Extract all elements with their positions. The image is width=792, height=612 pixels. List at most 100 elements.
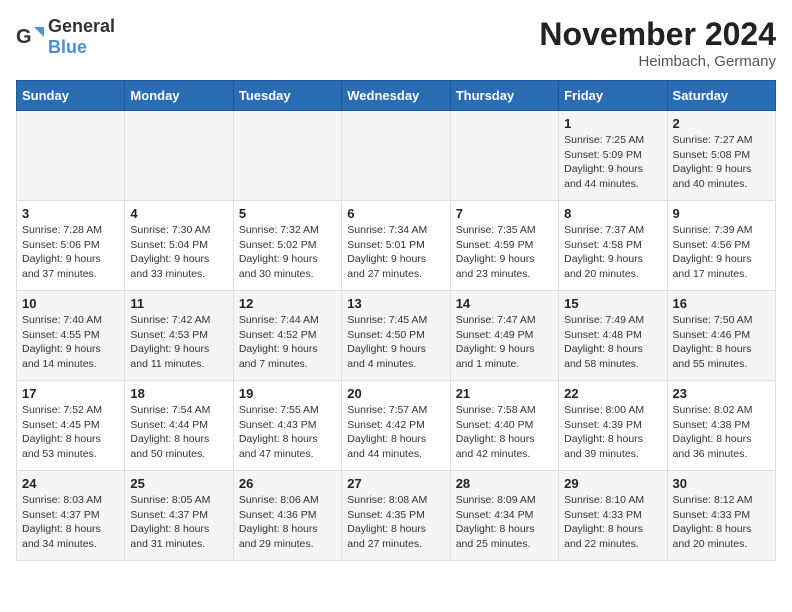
week-row-2: 3Sunrise: 7:28 AM Sunset: 5:06 PM Daylig… [17,201,776,291]
day-info: Sunrise: 8:05 AM Sunset: 4:37 PM Dayligh… [130,493,227,552]
calendar-cell: 25 Sunrise: 8:05 AM Sunset: 4:37 PM Dayli… [125,471,233,561]
calendar-cell: 4Sunrise: 7:30 AM Sunset: 5:04 PM Daylig… [125,201,233,291]
week-row-4: 17 Sunrise: 7:52 AM Sunset: 4:45 PM Dayli… [17,381,776,471]
day-info: Sunrise: 7:55 AM Sunset: 4:43 PM Dayligh… [239,403,336,462]
logo-icon: G [16,23,44,51]
day-info: Sunrise: 7:54 AM Sunset: 4:44 PM Dayligh… [130,403,227,462]
day-info: Sunrise: 8:03 AM Sunset: 4:37 PM Dayligh… [22,493,119,552]
day-info: Sunrise: 7:57 AM Sunset: 4:42 PM Dayligh… [347,403,444,462]
calendar-cell: 21 Sunrise: 7:58 AM Sunset: 4:40 PM Dayli… [450,381,558,471]
calendar-cell: 17 Sunrise: 7:52 AM Sunset: 4:45 PM Dayli… [17,381,125,471]
day-info: Sunrise: 7:49 AM Sunset: 4:48 PM Dayligh… [564,313,661,372]
calendar-cell: 18 Sunrise: 7:54 AM Sunset: 4:44 PM Dayli… [125,381,233,471]
calendar-cell: 7Sunrise: 7:35 AM Sunset: 4:59 PM Daylig… [450,201,558,291]
day-number: 18 [130,386,227,401]
logo-text: General Blue [48,16,115,58]
day-number: 5 [239,206,336,221]
calendar-cell [342,111,450,201]
day-number: 15 [564,296,661,311]
day-header-tuesday: Tuesday [233,81,341,111]
day-number: 16 [673,296,770,311]
day-number: 9 [673,206,770,221]
week-row-1: 1 Sunrise: 7:25 AM Sunset: 5:09 PM Daylig… [17,111,776,201]
header-row: SundayMondayTuesdayWednesdayThursdayFrid… [17,81,776,111]
calendar-cell [450,111,558,201]
location: Heimbach, Germany [539,53,776,70]
calendar-cell [233,111,341,201]
calendar-cell: 28 Sunrise: 8:09 AM Sunset: 4:34 PM Dayli… [450,471,558,561]
day-number: 20 [347,386,444,401]
calendar-cell: 1 Sunrise: 7:25 AM Sunset: 5:09 PM Daylig… [559,111,667,201]
day-info: Sunrise: 8:08 AM Sunset: 4:35 PM Dayligh… [347,493,444,552]
calendar-cell: 11Sunrise: 7:42 AM Sunset: 4:53 PM Dayli… [125,291,233,381]
day-info: Sunrise: 8:06 AM Sunset: 4:36 PM Dayligh… [239,493,336,552]
day-info: Sunrise: 7:58 AM Sunset: 4:40 PM Dayligh… [456,403,553,462]
calendar-cell: 8Sunrise: 7:37 AM Sunset: 4:58 PM Daylig… [559,201,667,291]
calendar-cell: 14 Sunrise: 7:47 AM Sunset: 4:49 PM Dayli… [450,291,558,381]
day-number: 28 [456,476,553,491]
day-number: 10 [22,296,119,311]
day-number: 30 [673,476,770,491]
day-info: Sunrise: 7:50 AM Sunset: 4:46 PM Dayligh… [673,313,770,372]
day-number: 14 [456,296,553,311]
day-header-wednesday: Wednesday [342,81,450,111]
logo-blue: Blue [48,37,87,57]
day-number: 4 [130,206,227,221]
month-title: November 2024 [539,16,776,53]
calendar-cell: 13 Sunrise: 7:45 AM Sunset: 4:50 PM Dayli… [342,291,450,381]
day-header-monday: Monday [125,81,233,111]
day-info: Sunrise: 8:10 AM Sunset: 4:33 PM Dayligh… [564,493,661,552]
day-info: Sunrise: 8:00 AM Sunset: 4:39 PM Dayligh… [564,403,661,462]
day-number: 29 [564,476,661,491]
calendar-cell [125,111,233,201]
page-header: G General Blue November 2024 Heimbach, G… [16,16,776,70]
day-number: 2 [673,116,770,131]
day-info: Sunrise: 7:52 AM Sunset: 4:45 PM Dayligh… [22,403,119,462]
calendar-cell: 20 Sunrise: 7:57 AM Sunset: 4:42 PM Dayli… [342,381,450,471]
day-number: 21 [456,386,553,401]
calendar-cell: 12 Sunrise: 7:44 AM Sunset: 4:52 PM Dayli… [233,291,341,381]
day-info: Sunrise: 7:42 AM Sunset: 4:53 PM Dayligh… [130,313,227,372]
calendar-cell: 30 Sunrise: 8:12 AM Sunset: 4:33 PM Dayli… [667,471,775,561]
logo-general: General [48,16,115,36]
calendar-cell: 19 Sunrise: 7:55 AM Sunset: 4:43 PM Dayli… [233,381,341,471]
calendar-cell: 10Sunrise: 7:40 AM Sunset: 4:55 PM Dayli… [17,291,125,381]
day-info: Sunrise: 7:34 AM Sunset: 5:01 PM Dayligh… [347,223,444,282]
day-header-saturday: Saturday [667,81,775,111]
day-info: Sunrise: 7:32 AM Sunset: 5:02 PM Dayligh… [239,223,336,282]
calendar-cell [17,111,125,201]
calendar-cell: 26Sunrise: 8:06 AM Sunset: 4:36 PM Dayli… [233,471,341,561]
day-info: Sunrise: 7:25 AM Sunset: 5:09 PM Dayligh… [564,133,661,192]
day-info: Sunrise: 7:44 AM Sunset: 4:52 PM Dayligh… [239,313,336,372]
week-row-5: 24Sunrise: 8:03 AM Sunset: 4:37 PM Dayli… [17,471,776,561]
calendar-cell: 23Sunrise: 8:02 AM Sunset: 4:38 PM Dayli… [667,381,775,471]
day-number: 13 [347,296,444,311]
day-number: 25 [130,476,227,491]
day-info: Sunrise: 7:45 AM Sunset: 4:50 PM Dayligh… [347,313,444,372]
day-info: Sunrise: 8:09 AM Sunset: 4:34 PM Dayligh… [456,493,553,552]
day-number: 22 [564,386,661,401]
calendar-cell: 3Sunrise: 7:28 AM Sunset: 5:06 PM Daylig… [17,201,125,291]
day-info: Sunrise: 7:27 AM Sunset: 5:08 PM Dayligh… [673,133,770,192]
day-info: Sunrise: 7:28 AM Sunset: 5:06 PM Dayligh… [22,223,119,282]
day-number: 1 [564,116,661,131]
day-header-sunday: Sunday [17,81,125,111]
calendar-cell: 9Sunrise: 7:39 AM Sunset: 4:56 PM Daylig… [667,201,775,291]
calendar-cell: 2 Sunrise: 7:27 AM Sunset: 5:08 PM Daylig… [667,111,775,201]
day-info: Sunrise: 7:47 AM Sunset: 4:49 PM Dayligh… [456,313,553,372]
day-header-thursday: Thursday [450,81,558,111]
week-row-3: 10Sunrise: 7:40 AM Sunset: 4:55 PM Dayli… [17,291,776,381]
day-number: 19 [239,386,336,401]
day-number: 23 [673,386,770,401]
day-number: 6 [347,206,444,221]
calendar-cell: 24Sunrise: 8:03 AM Sunset: 4:37 PM Dayli… [17,471,125,561]
calendar-cell: 27Sunrise: 8:08 AM Sunset: 4:35 PM Dayli… [342,471,450,561]
logo: G General Blue [16,16,115,58]
calendar-table: SundayMondayTuesdayWednesdayThursdayFrid… [16,80,776,561]
day-number: 12 [239,296,336,311]
day-number: 17 [22,386,119,401]
day-number: 7 [456,206,553,221]
calendar-cell: 22 Sunrise: 8:00 AM Sunset: 4:39 PM Dayli… [559,381,667,471]
day-info: Sunrise: 8:12 AM Sunset: 4:33 PM Dayligh… [673,493,770,552]
calendar-cell: 16 Sunrise: 7:50 AM Sunset: 4:46 PM Dayli… [667,291,775,381]
